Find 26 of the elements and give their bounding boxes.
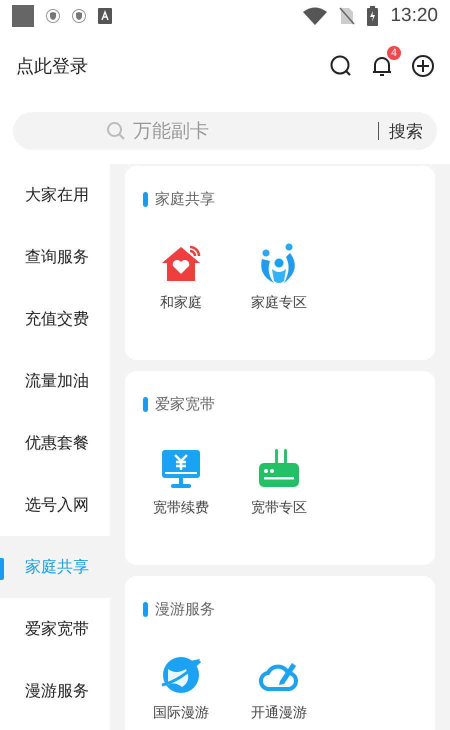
notification-badge: 4 [387,46,401,60]
shield-icon [72,9,86,23]
search-field[interactable]: 万能副卡 搜索 [13,112,437,150]
service-label[interactable]: 宽带专区 [251,499,307,517]
keyboard-icon [98,8,112,24]
search-icon [106,121,126,141]
no-sim-icon [339,7,356,25]
service-label[interactable]: 国际漫游 [153,704,209,722]
login-link[interactable]: 点此登录 [16,54,88,78]
section-title: 漫游服务 [155,600,215,619]
section-marker [143,602,148,617]
wifi-icon [303,7,328,25]
service-label[interactable]: 家庭专区 [251,294,307,312]
search-button[interactable]: 搜索 [389,120,423,142]
section-title: 家庭共享 [155,190,215,209]
section-marker [143,192,148,207]
app-icon [12,5,34,27]
section-marker [143,397,148,412]
section-title: 爱家宽带 [155,395,215,414]
status-time: 13:20 [390,5,438,27]
service-label[interactable]: 宽带续费 [153,499,209,517]
service-label[interactable]: 开通漫游 [251,704,307,722]
battery-charging-icon [367,6,378,26]
service-label[interactable]: 和家庭 [160,294,202,312]
shield-icon [46,9,60,23]
add-icon[interactable] [410,53,436,79]
